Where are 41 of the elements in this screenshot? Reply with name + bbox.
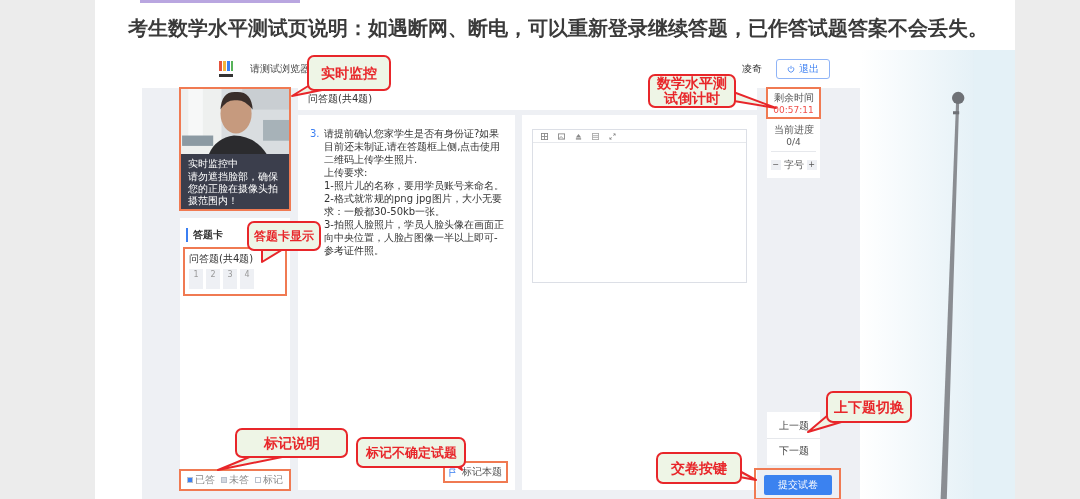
legend-label: 标记 — [263, 473, 283, 487]
question-text: 上传要求: — [324, 167, 368, 178]
font-increase-button[interactable]: + — [806, 160, 817, 170]
fullscreen-icon[interactable] — [609, 132, 616, 140]
monitor-status: 实时监控中 — [188, 157, 239, 171]
callout-bubble: 标记不确定试题 — [356, 437, 466, 468]
question-number-button[interactable]: 4 — [240, 269, 254, 289]
legend-label: 已答 — [195, 473, 215, 487]
question-number-button[interactable]: 2 — [206, 269, 220, 289]
legend-label: 未答 — [229, 473, 249, 487]
monitor-hint: 请勿遮挡脸部，确保您的正脸在摄像头拍摄范围内！ — [188, 171, 279, 207]
legend-swatch — [221, 477, 227, 483]
font-size-label: 字号 — [783, 158, 804, 172]
paint-icon[interactable] — [575, 132, 582, 140]
progress-value: 0/4 — [771, 137, 816, 152]
mark-question-button[interactable]: 标记本题 — [444, 462, 507, 482]
table-icon[interactable] — [541, 132, 548, 140]
submit-exam-button[interactable]: 提交试卷 — [763, 475, 832, 495]
question-number: 3. — [310, 127, 320, 140]
timer-label: 剩余时间 — [773, 91, 814, 105]
power-icon — [787, 65, 795, 73]
logo-icon — [218, 59, 234, 79]
question-text: 请提前确认您家学生是否有身份证?如果目前还未制证,请在答题框上侧,点击使用二维码上传学生照片. — [324, 128, 501, 165]
flag-icon — [449, 467, 456, 477]
legend-swatch — [255, 477, 261, 483]
timer-value: 00:57:11 — [773, 105, 814, 115]
question-text: 3-拍照人脸照片，学员人脸头像在画面正向中央位置，人脸占图像一半以上即可-参考证件照。 — [324, 219, 504, 256]
legend-swatch — [187, 477, 193, 483]
image-icon[interactable] — [558, 132, 565, 140]
question-number-button[interactable]: 3 — [223, 269, 237, 289]
exit-button[interactable]: 退出 — [776, 59, 830, 79]
question-number-button[interactable]: 1 — [189, 269, 203, 289]
user-name: 凌奇 — [742, 62, 762, 76]
question-text: 1-照片儿的名称，要用学员账号来命名。 — [324, 180, 504, 191]
frame-icon[interactable] — [592, 132, 599, 140]
slide-heading: 考生数学水平测试页说明：如遇断网、断电，可以重新登录继续答题，已作答试题答案不会丢失。 — [127, 14, 989, 42]
question-text: 2-格式就常规的png jpg图片，大小无要求：一般都30-50kb一张。 — [324, 193, 502, 217]
progress-label: 当前进度 — [773, 123, 814, 137]
font-decrease-button[interactable]: − — [770, 160, 781, 170]
callout-bubble: 交卷按键 — [656, 452, 742, 484]
section-label: 问答题(共4题) — [189, 252, 255, 266]
